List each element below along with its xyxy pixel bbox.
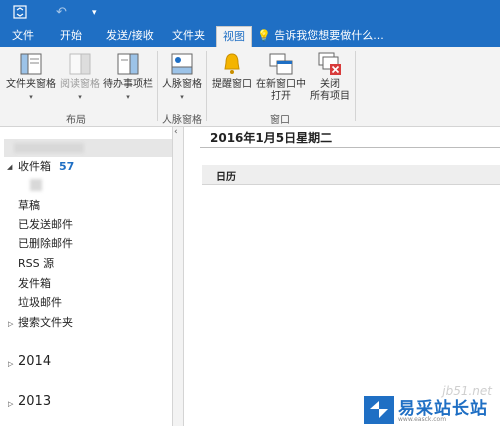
folder-pane-button[interactable]: 文件夹窗格 ▾	[4, 51, 58, 103]
tab-file[interactable]: 文件	[6, 26, 40, 47]
expand-triangle-icon[interactable]: ▷	[8, 320, 13, 328]
folder-drafts[interactable]: 草稿	[18, 197, 40, 215]
watermark: jb51.net 易采站长站 www.easck.com	[360, 384, 500, 426]
collapse-triangle-icon[interactable]: ◢	[7, 163, 12, 171]
close-all-items-button[interactable]: 关闭 所有项目	[307, 51, 353, 103]
todo-bar-button[interactable]: 待办事项栏 ▾	[101, 51, 155, 103]
title-bar: ↶ ▾	[0, 0, 500, 26]
tab-home[interactable]: 开始	[54, 26, 88, 47]
group-label-layout: 布局	[66, 115, 86, 126]
reading-pane-icon	[67, 51, 93, 77]
tell-me-box[interactable]: 💡 告诉我您想要做什么...	[257, 26, 384, 47]
folder-rss[interactable]: RSS 源	[18, 255, 54, 273]
tab-send-receive[interactable]: 发送/接收	[100, 26, 160, 47]
folder-inbox[interactable]: 收件箱 57	[18, 158, 74, 176]
calendar-label: 日历	[216, 172, 236, 183]
expand-triangle-icon[interactable]: ▷	[8, 400, 13, 408]
reading-pane-label: 阅读窗格	[60, 79, 100, 90]
open-in-new-window-label-1: 在新窗口中	[256, 79, 306, 90]
group-divider	[206, 51, 207, 121]
expand-triangle-icon[interactable]: ▷	[8, 360, 13, 368]
group-label-people: 人脉窗格	[162, 115, 202, 126]
tab-folder[interactable]: 文件夹	[166, 26, 211, 47]
people-pane-icon	[169, 51, 195, 77]
folder-outbox[interactable]: 发件箱	[18, 275, 51, 293]
tell-me-text: 告诉我您想要做什么...	[274, 29, 384, 42]
folder-junk[interactable]: 垃圾邮件	[18, 294, 62, 312]
new-window-icon	[268, 51, 294, 77]
account-header[interactable]	[4, 139, 172, 157]
folder-pane: ◢ 收件箱 57 草稿 已发送邮件 已删除邮件 RSS 源 发件箱 垃圾邮件 ▷ …	[0, 127, 172, 426]
todo-bar-label: 待办事项栏	[103, 79, 153, 90]
folder-pane-label: 文件夹窗格	[6, 79, 56, 90]
open-in-new-window-label-2: 打开	[271, 91, 291, 102]
folder-pane-icon	[18, 51, 44, 77]
main-content: 2016年1月5日星期二 日历	[184, 127, 500, 426]
watermark-sub: www.easck.com	[398, 416, 447, 423]
watermark-logo-icon	[364, 396, 394, 424]
collapse-pane-icon[interactable]: ‹	[174, 127, 178, 137]
divider	[200, 147, 500, 148]
pane-splitter[interactable]: ‹	[172, 127, 184, 426]
lightbulb-icon: 💡	[257, 29, 271, 42]
unread-count: 57	[59, 160, 75, 173]
folder-search[interactable]: 搜索文件夹	[18, 314, 73, 332]
reading-pane-button[interactable]: 阅读窗格 ▾	[58, 51, 102, 103]
account-2013[interactable]: 2013	[18, 394, 51, 409]
undo-icon[interactable]: ↶	[56, 4, 67, 22]
group-label-window: 窗口	[270, 115, 290, 126]
redacted-subfolder	[30, 179, 42, 191]
close-all-icon	[317, 51, 343, 77]
folder-deleted[interactable]: 已删除邮件	[18, 235, 73, 253]
calendar-section-bar[interactable]: 日历	[202, 165, 500, 185]
open-in-new-window-button[interactable]: 在新窗口中 打开	[255, 51, 307, 103]
close-all-items-label-1: 关闭	[320, 79, 340, 90]
reminders-window-label: 提醒窗口	[212, 79, 252, 90]
todo-bar-icon	[115, 51, 141, 77]
people-pane-button[interactable]: 人脉窗格 ▾	[160, 51, 204, 103]
reminders-window-button[interactable]: 提醒窗口	[209, 51, 255, 91]
close-all-items-label-2: 所有项目	[310, 91, 350, 102]
redacted-account-name	[14, 143, 84, 153]
outlook-send-receive-icon[interactable]	[12, 4, 28, 22]
ribbon: 文件夹窗格 ▾ 阅读窗格 ▾ 待办事项栏 ▾ 布局 人脉窗格 ▾ 人脉窗格 提醒…	[0, 47, 500, 127]
people-pane-label: 人脉窗格	[162, 79, 202, 90]
bell-icon	[219, 51, 245, 77]
folder-sent[interactable]: 已发送邮件	[18, 216, 73, 234]
group-divider	[157, 51, 158, 121]
tab-view[interactable]: 视图	[216, 26, 252, 47]
group-divider	[355, 51, 356, 121]
qat-dropdown-icon[interactable]: ▾	[92, 4, 97, 22]
account-2014[interactable]: 2014	[18, 354, 51, 369]
folder-inbox-label: 收件箱	[18, 160, 51, 173]
ribbon-tabs: 文件 开始 发送/接收 文件夹 视图 💡 告诉我您想要做什么...	[0, 26, 500, 47]
date-header: 2016年1月5日星期二	[210, 131, 333, 145]
